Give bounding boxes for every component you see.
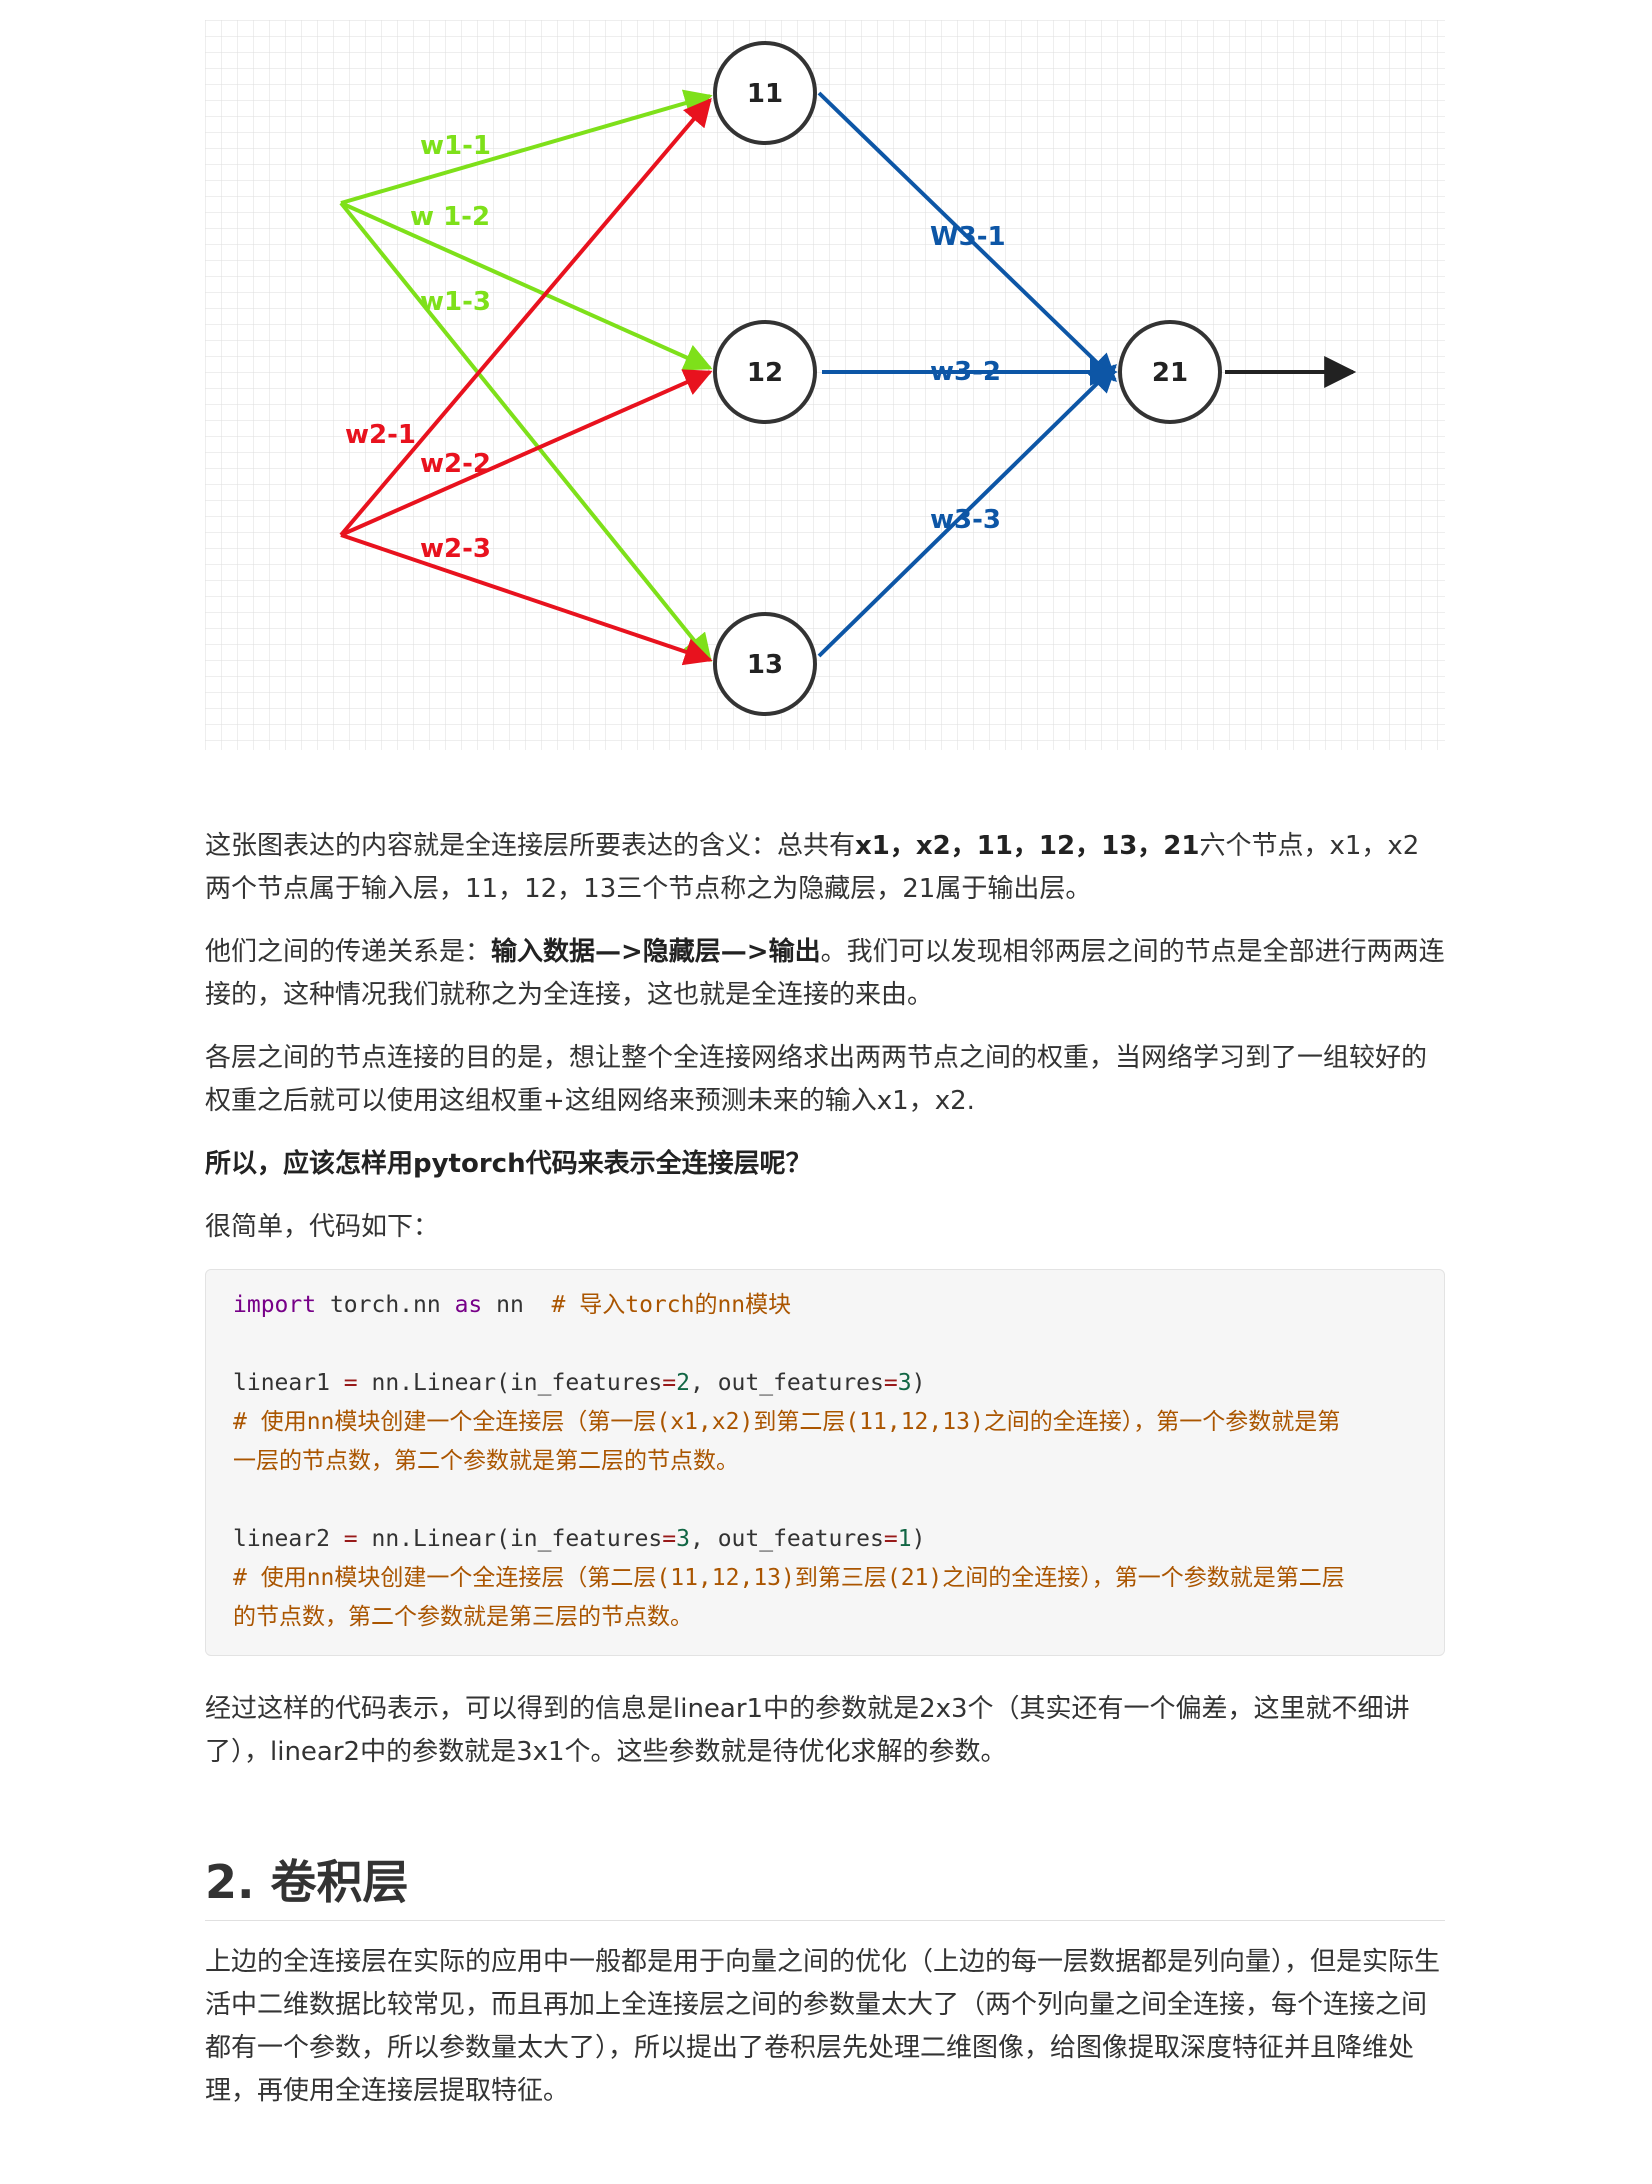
- edge-label-w3-1: W3-1: [930, 222, 1006, 252]
- edge-label-w2-3: w2-3: [420, 534, 491, 564]
- paragraph-nodes-overview: 这张图表达的内容就是全连接层所要表达的含义：总共有x1，x2，11，12，13，…: [205, 825, 1445, 911]
- node-13-label: 13: [747, 650, 783, 680]
- code-comment-line: # 使用nn模块创建一个全连接层（第一层(x1,x2)到第二层(11,12,13…: [233, 1409, 1341, 1435]
- edge-label-w3-2: w3-2: [930, 357, 1001, 387]
- code-line: linear1 = nn.Linear(in_features=2, out_f…: [233, 1370, 926, 1396]
- article-body: 这张图表达的内容就是全连接层所要表达的含义：总共有x1，x2，11，12，13，…: [205, 825, 1445, 2133]
- edge-label-w3-3: w3-3: [930, 505, 1001, 535]
- section-heading-conv: 2. 卷积层: [205, 1852, 1445, 1921]
- paragraph-question: 所以，应该怎样用pytorch代码来表示全连接层呢？: [205, 1143, 1445, 1186]
- node-12-label: 12: [747, 358, 783, 388]
- code-line: import torch.nn as nn # 导入torch的nn模块: [233, 1292, 792, 1318]
- code-comment-line: 一层的节点数，第二个参数就是第二层的节点数。: [233, 1448, 739, 1474]
- paragraph-code-intro: 很简单，代码如下：: [205, 1212, 440, 1242]
- edge-label-w1-2: w 1-2: [410, 202, 490, 232]
- bold-span: 输入数据—>隐藏层—>输出: [491, 937, 821, 967]
- node-21-label: 21: [1152, 358, 1188, 388]
- edge-label-w1-3: w1-3: [420, 287, 491, 317]
- paragraph-conv-intro: 上边的全连接层在实际的应用中一般都是用于向量之间的优化（上边的每一层数据都是列向…: [205, 1947, 1441, 2106]
- paragraph-params-summary: 经过这样的代码表示，可以得到的信息是linear1中的参数就是2x3个（其实还有…: [205, 1694, 1410, 1767]
- bold-question: 所以，应该怎样用pytorch代码来表示全连接层呢？: [205, 1149, 812, 1179]
- code-comment-line: 的节点数，第二个参数就是第三层的节点数。: [233, 1604, 693, 1630]
- node-11-label: 11: [747, 79, 783, 109]
- code-block: import torch.nn as nn # 导入torch的nn模块 line…: [205, 1269, 1445, 1656]
- bold-span: x1，x2，11，12，13，21: [855, 831, 1200, 861]
- code-line: linear2 = nn.Linear(in_features=3, out_f…: [233, 1526, 926, 1552]
- text-span: 他们之间的传递关系是：: [205, 937, 492, 967]
- paragraph-connection-purpose: 各层之间的节点连接的目的是，想让整个全连接网络求出两两节点之间的权重，当网络学习…: [205, 1043, 1428, 1116]
- code-comment-line: # 使用nn模块创建一个全连接层（第二层(11,12,13)到第三层(21)之间…: [233, 1565, 1345, 1591]
- text-span: 这张图表达的内容就是全连接层所要表达的含义：总共有: [205, 831, 856, 861]
- paragraph-transfer-relation: 他们之间的传递关系是：输入数据—>隐藏层—>输出。我们可以发现相邻两层之间的节点…: [205, 931, 1445, 1017]
- edge-label-w2-2: w2-2: [420, 449, 491, 479]
- edge-label-w2-1: w2-1: [345, 420, 416, 450]
- edge-label-w1-1: w1-1: [420, 131, 491, 161]
- network-diagram: 11 12 13 21 w1-1 w 1-2 w1-3 w2-1 w2-2 w2…: [205, 20, 1445, 750]
